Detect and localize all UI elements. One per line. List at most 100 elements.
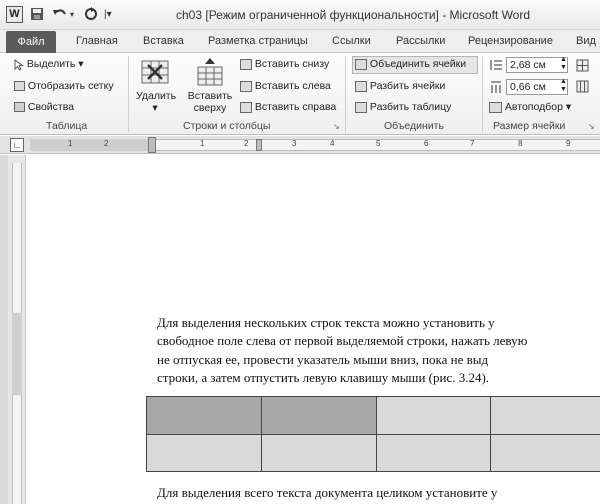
select-label: Выделить ▾	[26, 58, 84, 70]
merge-cells-button[interactable]: Объединить ячейки	[355, 58, 466, 70]
distribute-columns-icon[interactable]	[576, 80, 589, 96]
delete-arrow: ▾	[152, 102, 158, 114]
row-height-input[interactable]: 2,68 см	[506, 57, 568, 73]
insert-left-label: Вставить слева	[254, 80, 331, 92]
ruler-number: 5	[376, 139, 381, 148]
tab-references[interactable]: Ссылки	[332, 35, 371, 47]
insert-above-label-2: сверху	[193, 102, 227, 114]
table-cell[interactable]	[490, 433, 600, 472]
column-width-spinner[interactable]: ▲ ▼	[560, 78, 567, 94]
paragraph-line: строки, а затем отпустить левую клавишу …	[157, 370, 490, 385]
vertical-ruler[interactable]	[8, 155, 26, 504]
tab-selector-icon[interactable]: ∟	[10, 138, 24, 152]
column-width-icon	[489, 80, 503, 97]
row-height-icon	[489, 58, 503, 75]
ribbon-tabs: Главная Вставка Разметка страницы Ссылки…	[0, 30, 600, 53]
insert-above-button[interactable]: Вставить сверху	[186, 57, 234, 117]
table-row	[146, 433, 600, 472]
dialog-launcher-icon[interactable]: ↘	[333, 122, 340, 131]
vruler-track	[12, 163, 22, 313]
ruler-number: 1	[68, 139, 73, 148]
undo-icon[interactable]	[52, 7, 68, 25]
group-separator	[482, 56, 483, 132]
split-table-label: Разбить таблицу	[369, 101, 452, 113]
insert-left-icon	[240, 80, 252, 92]
delete-button[interactable]: Удалить ▾	[136, 57, 177, 117]
select-button[interactable]: Выделить ▾	[14, 58, 84, 71]
split-cells-label: Разбить ячейки	[369, 80, 446, 92]
ruler-number: 4	[330, 139, 335, 148]
table-row	[146, 396, 600, 435]
table-cell[interactable]	[375, 396, 492, 435]
row-height-spinner[interactable]: ▲ ▼	[560, 56, 567, 72]
properties-button[interactable]: Свойства	[14, 101, 74, 113]
table-cell-selected[interactable]	[260, 396, 377, 435]
window-title: ch03 [Режим ограниченной функциональност…	[176, 8, 531, 22]
table-cell[interactable]	[146, 433, 262, 472]
cursor-icon	[14, 59, 24, 71]
insert-right-icon	[240, 101, 252, 113]
split-cells-button[interactable]: Разбить ячейки	[355, 80, 445, 92]
split-table-button[interactable]: Разбить таблицу	[355, 101, 451, 113]
table-cell[interactable]	[490, 396, 600, 435]
insert-below-button[interactable]: Вставить снизу	[240, 58, 329, 70]
vruler-margin	[12, 313, 22, 395]
merge-cells-label: Объединить ячейки	[369, 58, 467, 70]
customize-icon[interactable]: |▾	[104, 7, 112, 23]
document-table[interactable]	[146, 396, 600, 472]
ruler-number: 2	[244, 139, 249, 148]
save-icon[interactable]	[30, 7, 44, 25]
undo-dropdown-icon[interactable]: ▾	[70, 7, 74, 23]
tab-mailings[interactable]: Рассылки	[396, 35, 445, 47]
tab-view[interactable]: Вид	[576, 35, 596, 47]
insert-left-button[interactable]: Вставить слева	[240, 80, 331, 92]
group-label-table: Таблица	[46, 120, 88, 132]
tab-home[interactable]: Главная	[76, 35, 118, 47]
redo-icon[interactable]	[84, 7, 98, 25]
paragraph-line: свободное поле слева от первой выделяемо…	[157, 333, 528, 348]
word-app-icon[interactable]: W	[6, 6, 23, 23]
group-label-merge: Объединить	[384, 120, 444, 132]
dialog-launcher-icon[interactable]: ↘	[588, 122, 595, 131]
properties-icon	[14, 102, 25, 113]
left-margin-strip	[0, 155, 8, 504]
ribbon: Выделить ▾ Отобразить сетку Свойства Таб…	[0, 53, 600, 135]
insert-below-icon	[240, 58, 252, 70]
group-separator	[345, 56, 346, 132]
grid-icon	[14, 81, 25, 92]
tab-page-layout[interactable]: Разметка страницы	[208, 35, 308, 47]
horizontal-ruler[interactable]: ∟ 1 2 1 2 3 4 5 6 7 8 9	[0, 136, 600, 154]
ruler-number: 6	[424, 139, 429, 148]
ruler-number: 2	[104, 139, 109, 148]
insert-below-label: Вставить снизу	[254, 58, 330, 70]
split-table-icon	[355, 101, 367, 113]
tab-review[interactable]: Рецензирование	[468, 35, 553, 47]
group-label-cell-size: Размер ячейки	[493, 120, 566, 132]
delete-label: Удалить	[136, 90, 177, 102]
table-cell-selected[interactable]	[146, 396, 262, 435]
autofit-button[interactable]: Автоподбор ▾	[489, 101, 571, 113]
column-width-input[interactable]: 0,66 см	[506, 79, 568, 95]
indent-marker[interactable]	[148, 137, 156, 153]
group-separator	[128, 56, 129, 132]
split-cells-icon	[355, 80, 367, 92]
insert-right-button[interactable]: Вставить справа	[240, 101, 336, 113]
table-cell[interactable]	[260, 433, 377, 472]
column-marker[interactable]	[256, 139, 262, 151]
distribute-rows-icon[interactable]	[576, 59, 589, 75]
insert-right-label: Вставить справа	[254, 101, 337, 113]
delete-table-icon	[141, 60, 169, 84]
paragraph-line: Для выделения всего текста документа цел…	[157, 485, 498, 500]
show-grid-button[interactable]: Отобразить сетку	[14, 80, 114, 92]
properties-label: Свойства	[27, 101, 75, 113]
ruler-number: 1	[200, 139, 205, 148]
ruler-number: 7	[470, 139, 475, 148]
paragraph-line: Для выделения нескольких строк текста мо…	[157, 315, 495, 330]
tab-file[interactable]: Файл	[6, 31, 56, 53]
ruler-number: 3	[292, 139, 297, 148]
tab-insert[interactable]: Вставка	[143, 35, 184, 47]
group-label-rows-cols: Строки и столбцы	[183, 120, 271, 132]
table-cell[interactable]	[375, 433, 492, 472]
ruler-number: 9	[566, 139, 571, 148]
vruler-track	[12, 395, 22, 504]
